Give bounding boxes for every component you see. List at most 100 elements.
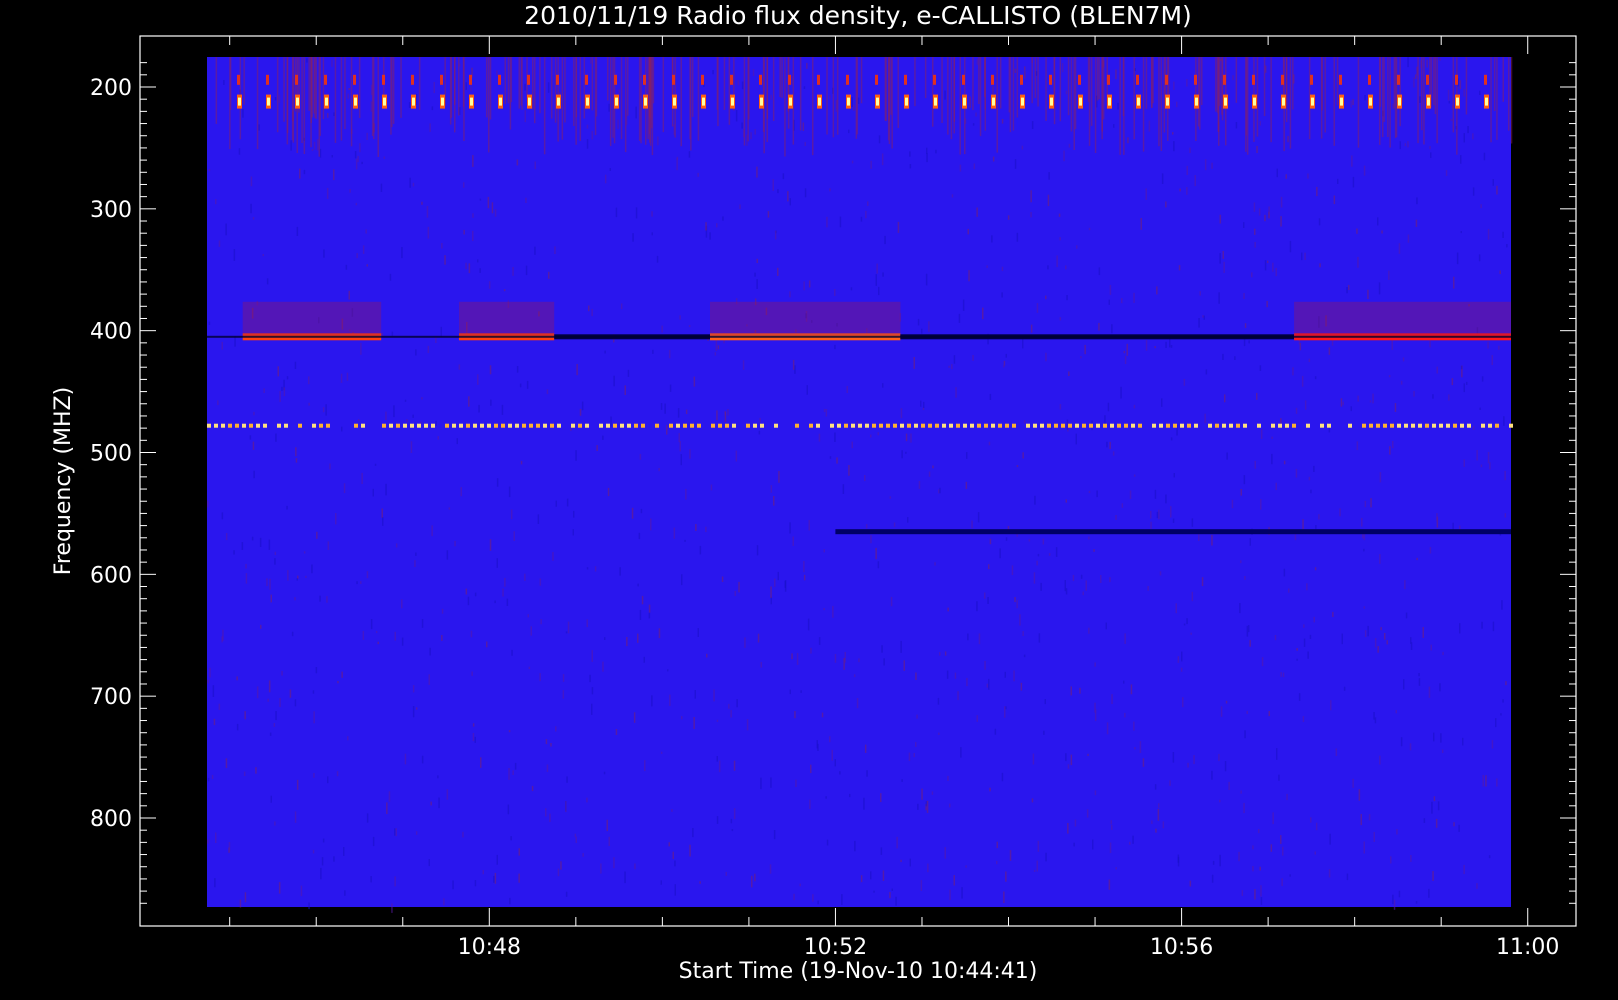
noise-speck	[1001, 292, 1003, 298]
noise-speck	[1024, 70, 1026, 79]
noise-speck	[938, 732, 940, 735]
burst-upper	[730, 74, 733, 85]
noise-speck	[221, 341, 223, 350]
dash-line	[1348, 423, 1352, 428]
top-striation	[747, 57, 749, 142]
noise-speck	[624, 385, 626, 395]
noise-speck	[1105, 622, 1107, 630]
dash-line	[1159, 423, 1163, 428]
noise-speck	[791, 653, 793, 660]
noise-speck	[1450, 118, 1453, 122]
noise-speck	[1328, 869, 1331, 878]
noise-speck	[1314, 851, 1316, 855]
noise-speck	[1042, 538, 1045, 545]
dash-line	[837, 423, 841, 428]
noise-speck	[1377, 646, 1379, 653]
noise-speck	[976, 207, 978, 217]
noise-speck	[875, 547, 877, 560]
noise-speck	[1346, 873, 1349, 881]
top-striation	[377, 57, 379, 157]
noise-speck	[1348, 284, 1350, 290]
noise-speck	[441, 608, 444, 614]
noise-speck	[733, 760, 736, 771]
noise-speck	[999, 548, 1001, 559]
noise-speck	[972, 123, 975, 126]
noise-speck	[1280, 196, 1283, 208]
noise-speck	[1047, 265, 1049, 270]
noise-speck	[730, 818, 733, 824]
noise-speck	[631, 507, 634, 519]
noise-speck	[1126, 343, 1128, 356]
noise-speck	[1111, 324, 1113, 334]
noise-speck	[488, 281, 491, 289]
noise-speck	[865, 210, 867, 219]
noise-speck	[1023, 420, 1026, 424]
noise-speck	[992, 86, 994, 95]
noise-speck	[313, 141, 316, 150]
noise-speck	[635, 106, 637, 119]
noise-speck	[311, 149, 314, 152]
noise-speck	[524, 573, 526, 581]
top-striation	[319, 57, 321, 136]
dash-line	[606, 423, 610, 428]
noise-speck	[834, 289, 836, 296]
noise-speck	[1224, 394, 1226, 403]
noise-speck	[1280, 835, 1282, 844]
burst-upper	[962, 74, 965, 85]
burst-upper	[904, 74, 907, 85]
noise-speck	[947, 775, 949, 781]
dash-line	[508, 423, 512, 428]
noise-speck	[1285, 174, 1287, 179]
noise-speck	[1082, 591, 1084, 596]
noise-speck	[214, 878, 216, 888]
noise-speck	[1280, 216, 1282, 227]
noise-speck	[1170, 345, 1173, 348]
noise-speck	[660, 880, 662, 885]
noise-speck	[882, 383, 884, 388]
noise-speck	[1372, 393, 1374, 404]
burst-upper	[527, 74, 530, 85]
noise-speck	[228, 842, 231, 852]
noise-speck	[967, 633, 969, 641]
top-striation	[462, 57, 465, 107]
noise-speck	[648, 604, 651, 613]
noise-speck	[1246, 625, 1249, 637]
noise-speck	[496, 558, 498, 568]
noise-speck	[1014, 597, 1016, 603]
noise-speck	[1303, 638, 1306, 647]
top-striation	[1167, 57, 1170, 102]
noise-speck	[1007, 215, 1010, 220]
noise-speck	[591, 703, 593, 715]
dash-line	[613, 423, 617, 428]
noise-speck	[1352, 778, 1354, 788]
noise-speck	[1140, 218, 1142, 230]
burst-core	[1485, 97, 1488, 106]
noise-speck	[1059, 404, 1062, 410]
noise-speck	[694, 690, 696, 699]
dash-line	[1509, 423, 1513, 428]
noise-speck	[927, 863, 929, 873]
noise-speck	[1489, 462, 1491, 470]
top-striation	[458, 57, 460, 116]
burst-core	[1224, 97, 1227, 106]
noise-speck	[1165, 341, 1167, 348]
noise-speck	[591, 687, 594, 695]
noise-speck	[513, 531, 515, 541]
dash-line	[473, 423, 477, 428]
noise-speck	[366, 571, 369, 579]
noise-speck	[685, 409, 688, 414]
dash-line	[431, 423, 435, 428]
noise-speck	[1357, 256, 1359, 268]
burst-upper	[1339, 74, 1342, 85]
noise-speck	[438, 797, 440, 809]
dash-line	[998, 423, 1002, 428]
noise-speck	[799, 883, 801, 887]
burst-upper	[469, 74, 472, 85]
noise-speck	[1423, 818, 1426, 823]
dash-line	[228, 423, 232, 428]
noise-speck	[296, 578, 298, 581]
noise-speck	[1314, 376, 1317, 380]
noise-speck	[1393, 899, 1396, 910]
noise-speck	[1380, 627, 1382, 631]
dash-line	[718, 423, 722, 428]
